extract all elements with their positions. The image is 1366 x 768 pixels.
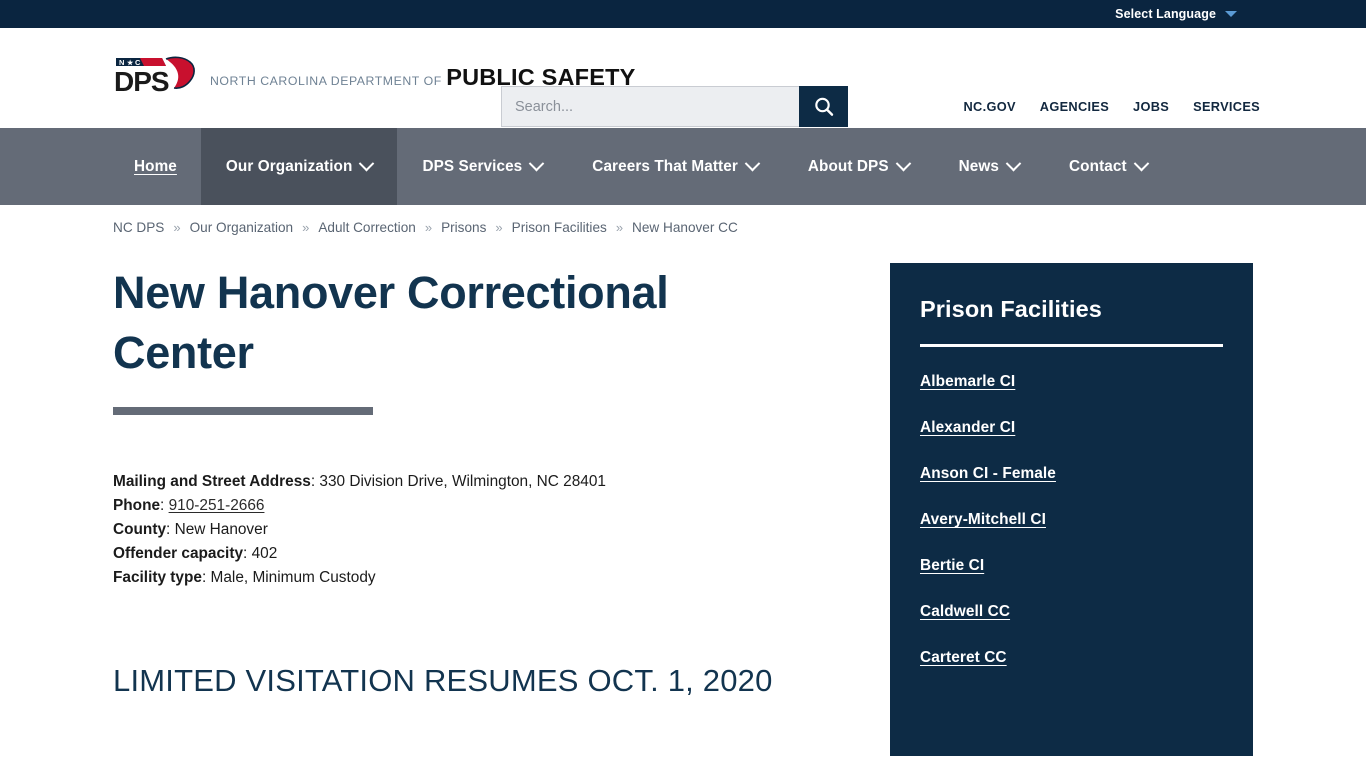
detail-row-address: Mailing and Street Address: 330 Division… [113, 472, 606, 490]
sidebar-item-carteret-cc[interactable]: Carteret CC [920, 649, 1223, 667]
nav-item-news-label: News [958, 157, 1000, 175]
chevron-down-icon [1133, 155, 1149, 172]
detail-label: Offender capacity [113, 544, 244, 562]
prison-facilities-sidebar: Prison Facilities Albemarle CI Alexander… [890, 263, 1253, 756]
breadcrumb-item-our-organization[interactable]: Our Organization [190, 220, 294, 235]
detail-value: 330 Division Drive, Wilmington, NC 28401 [319, 472, 606, 490]
breadcrumb-current: New Hanover CC [632, 220, 738, 235]
breadcrumb-separator: » [615, 220, 624, 235]
sidebar-link-list: Albemarle CI Alexander CI Anson CI - Fem… [920, 373, 1223, 667]
detail-row-county: County: New Hanover [113, 520, 268, 538]
visitation-subheading: LIMITED VISITATION RESUMES OCT. 1, 2020 [113, 662, 773, 698]
logo-tagline: NORTH CAROLINA DEPARTMENT OF [210, 74, 442, 89]
detail-value: 402 [251, 544, 278, 562]
sidebar-item-anson-ci-female[interactable]: Anson CI - Female [920, 465, 1223, 483]
nav-item-home-label: Home [134, 157, 177, 175]
search-input[interactable] [501, 86, 799, 127]
nav-item-dps-services[interactable]: DPS Services [397, 128, 567, 205]
detail-label: Phone [113, 496, 161, 514]
chevron-down-icon [1225, 11, 1237, 17]
breadcrumb-item-prisons[interactable]: Prisons [441, 220, 486, 235]
nav-item-about-dps-label: About DPS [807, 157, 889, 175]
phone-link[interactable]: 910-251-2666 [169, 497, 265, 514]
svg-text:DPS: DPS [114, 66, 169, 97]
detail-label: Mailing and Street Address [113, 472, 311, 490]
chevron-down-icon [1005, 155, 1022, 172]
page-body: New Hanover Correctional Center Mailing … [0, 263, 1366, 756]
breadcrumb-item-nc-dps[interactable]: NC DPS [113, 220, 164, 235]
top-utility-bar: Select Language [0, 0, 1366, 28]
nav-item-contact[interactable]: Contact [1044, 128, 1172, 205]
page-title: New Hanover Correctional Center [113, 267, 669, 378]
main-content: New Hanover Correctional Center Mailing … [113, 263, 858, 756]
site-header: N ★ C DPS NORTH CAROLINA DEPARTMENT OF P… [0, 28, 1366, 128]
search-button[interactable] [799, 86, 848, 127]
nav-item-dps-services-label: DPS Services [422, 157, 523, 175]
detail-value: Male, Minimum Custody [210, 568, 376, 586]
chevron-down-icon [744, 155, 761, 172]
sidebar-item-avery-mitchell-ci[interactable]: Avery-Mitchell CI [920, 511, 1223, 529]
detail-label: County [113, 520, 167, 538]
detail-row-facility-type: Facility type: Male, Minimum Custody [113, 568, 376, 586]
chevron-down-icon [359, 155, 375, 172]
nav-item-careers-that-matter[interactable]: Careers That Matter [567, 128, 783, 205]
nav-item-careers-that-matter-label: Careers That Matter [592, 157, 738, 175]
detail-row-phone: Phone: 910-251-2666 [113, 496, 265, 514]
site-search [501, 86, 848, 127]
select-language-dropdown[interactable]: Select Language [1115, 7, 1237, 21]
sidebar-title: Prison Facilities [920, 296, 1102, 322]
sidebar-item-caldwell-cc[interactable]: Caldwell CC [920, 603, 1223, 621]
detail-row-capacity: Offender capacity: 402 [113, 544, 278, 562]
detail-label: Facility type [113, 568, 202, 586]
sidebar-item-albemarle-ci[interactable]: Albemarle CI [920, 373, 1223, 391]
search-icon [814, 97, 833, 116]
chevron-down-icon [895, 155, 911, 172]
dps-logo-icon: N ★ C DPS [114, 56, 195, 97]
breadcrumb-separator: » [495, 220, 503, 235]
breadcrumb-item-adult-correction[interactable]: Adult Correction [318, 220, 415, 235]
nav-item-home[interactable]: Home [110, 128, 201, 205]
utility-nav: NC.GOV AGENCIES JOBS SERVICES [964, 99, 1261, 114]
breadcrumb-separator: » [424, 220, 433, 235]
util-link-jobs[interactable]: JOBS [1133, 99, 1169, 114]
facility-details: Mailing and Street Address: 330 Division… [113, 470, 858, 590]
select-language-label: Select Language [1115, 7, 1216, 21]
sidebar-item-alexander-ci[interactable]: Alexander CI [920, 419, 1223, 437]
sidebar-item-bertie-ci[interactable]: Bertie CI [920, 557, 1223, 575]
main-navigation: Home Our Organization DPS Services Caree… [0, 128, 1366, 205]
util-link-ncgov[interactable]: NC.GOV [964, 99, 1016, 114]
nav-item-about-dps[interactable]: About DPS [783, 128, 934, 205]
sidebar-divider [920, 344, 1223, 347]
nav-item-contact-label: Contact [1069, 157, 1127, 175]
breadcrumb: NC DPS » Our Organization » Adult Correc… [0, 205, 1366, 235]
nav-item-our-organization[interactable]: Our Organization [200, 128, 398, 205]
title-divider [113, 406, 373, 415]
nav-item-news[interactable]: News [934, 128, 1044, 205]
detail-value: New Hanover [174, 520, 268, 538]
breadcrumb-separator: » [173, 220, 181, 235]
chevron-down-icon [529, 155, 545, 172]
breadcrumb-separator: » [302, 220, 310, 235]
util-link-agencies[interactable]: AGENCIES [1040, 99, 1109, 114]
nav-item-our-organization-label: Our Organization [225, 157, 353, 175]
breadcrumb-item-prison-facilities[interactable]: Prison Facilities [512, 220, 607, 235]
util-link-services[interactable]: SERVICES [1193, 99, 1260, 114]
